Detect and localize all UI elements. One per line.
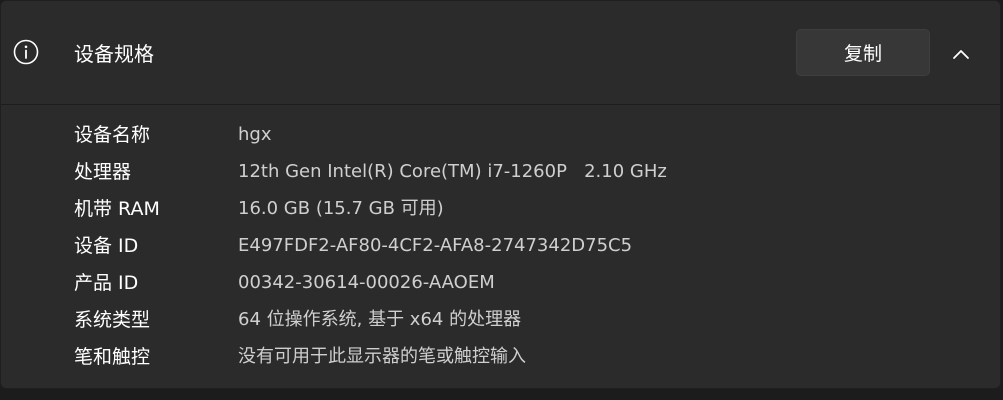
spec-row-product-id: 产品 ID 00342-30614-00026-AAOEM [1, 266, 1000, 303]
spec-row-system-type: 系统类型 64 位操作系统, 基于 x64 的处理器 [1, 303, 1000, 340]
spec-value: 16.0 GB (15.7 GB 可用) [238, 198, 444, 219]
spec-value: 没有可用于此显示器的笔或触控输入 [238, 346, 526, 367]
spec-value: 12th Gen Intel(R) Core(TM) i7-1260P 2.10… [238, 161, 667, 182]
copy-button[interactable]: 复制 [796, 29, 930, 76]
spec-row-ram: 机带 RAM 16.0 GB (15.7 GB 可用) [1, 192, 1000, 229]
spec-value: 00342-30614-00026-AAOEM [238, 272, 495, 293]
spec-row-pen-touch: 笔和触控 没有可用于此显示器的笔或触控输入 [1, 340, 1000, 377]
spec-label: 设备名称 [74, 124, 151, 146]
spec-label: 处理器 [74, 161, 132, 183]
spec-label: 设备 ID [74, 235, 139, 257]
spec-value: E497FDF2-AF80-4CF2-AFA8-2747342D75C5 [238, 235, 633, 256]
spec-value: 64 位操作系统, 基于 x64 的处理器 [238, 309, 522, 330]
spec-row-device-name: 设备名称 hgx [1, 118, 1000, 155]
spec-row-device-id: 设备 ID E497FDF2-AF80-4CF2-AFA8-2747342D75… [1, 229, 1000, 266]
spec-label: 机带 RAM [74, 198, 160, 220]
spec-label: 笔和触控 [74, 346, 151, 368]
spec-label: 产品 ID [74, 272, 139, 294]
section-title: 设备规格 [74, 42, 154, 66]
spec-row-processor: 处理器 12th Gen Intel(R) Core(TM) i7-1260P … [1, 155, 1000, 192]
device-specs-card: 设备规格 复制 设备名称 hgx 处理器 12th Gen Intel(R) C… [0, 0, 1001, 389]
spec-list: 设备名称 hgx 处理器 12th Gen Intel(R) Core(TM) … [1, 118, 1000, 377]
chevron-up-icon[interactable] [948, 41, 974, 67]
spec-label: 系统类型 [74, 309, 151, 331]
info-circle-icon [13, 39, 39, 65]
spec-value: hgx [238, 124, 272, 145]
device-specs-header[interactable]: 设备规格 复制 [1, 1, 1000, 105]
